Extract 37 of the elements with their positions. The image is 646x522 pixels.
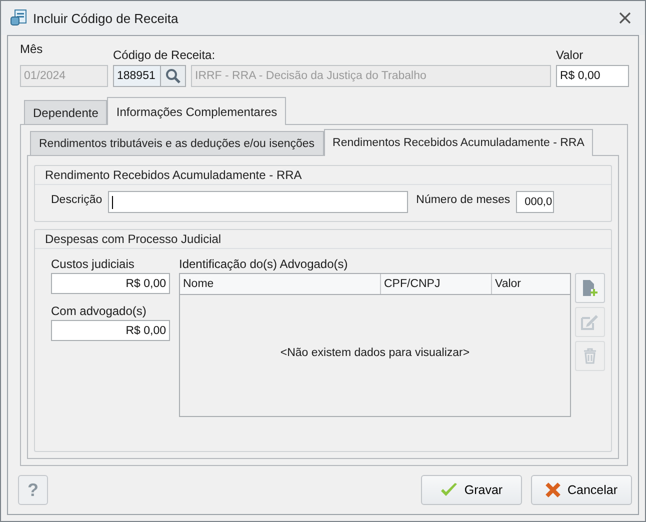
close-icon — [545, 482, 562, 498]
tab[interactable]: Rendimentos Recebidos Acumuladamente - RRA — [324, 129, 594, 156]
column-header[interactable]: Nome — [180, 274, 381, 294]
field-label: Mês — [20, 42, 44, 56]
field-label: Código de Receita: — [113, 48, 216, 62]
add-button[interactable] — [575, 273, 605, 303]
checkmark-icon — [440, 482, 458, 498]
tab[interactable]: Informações Complementares — [107, 97, 286, 125]
lawyer-amount-field[interactable]: R$ 0,00 — [51, 320, 170, 341]
document-icon — [10, 9, 28, 27]
description-field[interactable] — [108, 191, 408, 213]
empty-message: <Não existem dados para visualizar> — [280, 346, 470, 358]
tab[interactable]: Rendimentos tributáveis e as deduções e/ou isenções — [30, 131, 324, 155]
trash-icon — [583, 348, 597, 364]
search-button[interactable] — [161, 65, 186, 87]
add-document-icon — [582, 279, 598, 297]
field-label: Número de meses — [416, 194, 510, 206]
column-header[interactable]: CPF/CNPJ — [381, 274, 492, 294]
group-title: Despesas com Processo Judicial — [35, 230, 611, 249]
code-field[interactable]: 188951 — [113, 65, 161, 87]
group-title: Rendimento Recebidos Acumuladamente - RRA — [35, 166, 611, 185]
value-field[interactable]: R$ 0,00 — [556, 65, 629, 87]
column-header[interactable]: Valor — [492, 274, 570, 294]
close-icon[interactable] — [619, 12, 631, 24]
field-label: Custos judiciais — [51, 257, 136, 271]
edit-icon — [581, 314, 599, 330]
costs-field[interactable]: R$ 0,00 — [51, 273, 170, 294]
tab[interactable]: Dependente — [24, 100, 108, 124]
table-title: Identificação do(s) Advogado(s) — [179, 257, 349, 271]
cancel-button[interactable]: Cancelar — [531, 475, 632, 505]
save-button[interactable]: Gravar — [421, 475, 522, 505]
field-label: Valor — [556, 48, 584, 62]
search-icon — [165, 68, 181, 84]
field-label: Descrição — [51, 194, 102, 206]
field-label: Com advogado(s) — [51, 304, 148, 318]
window-title: Incluir Código de Receita — [33, 10, 180, 26]
months-field[interactable]: 000,0 — [516, 191, 554, 213]
